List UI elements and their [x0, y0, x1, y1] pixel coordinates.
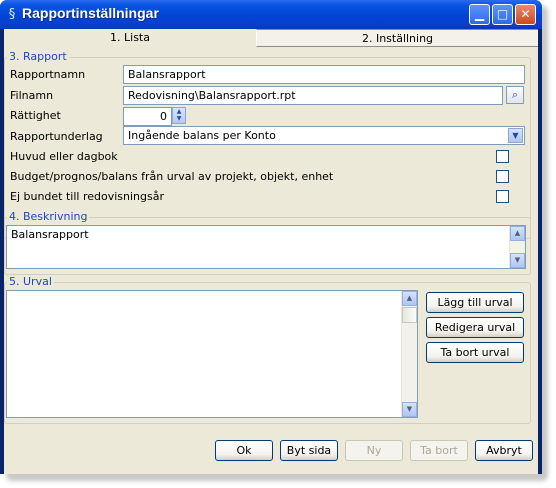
maximize-button[interactable]: □	[492, 4, 513, 25]
client-area: 1. Lista 2. Inställning 3. Rapport Rappo…	[4, 29, 538, 474]
ta-bort-button[interactable]: Ta bort	[410, 440, 468, 461]
minimize-icon: ▁	[474, 7, 485, 21]
avbryt-button[interactable]: Avbryt	[475, 440, 533, 461]
rapportnamn-label: Rapportnamn	[10, 68, 86, 81]
scroll-up-icon[interactable]: ▲	[402, 291, 417, 306]
rapport-legend: 3. Rapport	[7, 50, 69, 64]
beskrivning-textarea[interactable]: Balansrapport ▲ ▼	[6, 225, 526, 269]
spin-up-icon[interactable]: ▲	[173, 108, 185, 115]
rapportunderlag-value: Ingående balans per Konto	[128, 129, 276, 142]
ej-bundet-checkbox[interactable]	[496, 190, 509, 203]
spin-down-icon[interactable]: ▼	[173, 115, 185, 122]
minimize-button[interactable]: ▁	[469, 4, 490, 25]
window-title: Rapportinställningar	[22, 5, 159, 21]
close-icon: ✕	[520, 7, 531, 21]
huvud-dagbok-label: Huvud eller dagbok	[10, 150, 118, 163]
filnamn-label: Filnamn	[10, 89, 54, 102]
rattighet-label: Rättighet	[10, 109, 61, 122]
ej-bundet-label: Ej bundet till redovisningsår	[10, 190, 164, 203]
scroll-down-icon[interactable]: ▼	[402, 402, 417, 417]
beskrivning-legend: 4. Beskrivning	[7, 210, 90, 224]
budget-urval-label: Budget/prognos/balans från urval av proj…	[10, 170, 334, 183]
scroll-thumb[interactable]	[402, 307, 417, 323]
scroll-down-icon[interactable]: ▼	[510, 253, 525, 268]
tab-bar: 1. Lista 2. Inställning	[4, 29, 538, 48]
close-button[interactable]: ✕	[515, 4, 536, 25]
tab-installning[interactable]: 2. Inställning	[256, 29, 538, 47]
chevron-down-icon[interactable]: ▼	[508, 128, 523, 143]
title-bar[interactable]: § Rapportinställningar ▁ □ ✕	[0, 0, 542, 29]
redigera-urval-button[interactable]: Redigera urval	[426, 317, 524, 338]
scroll-up-icon[interactable]: ▲	[510, 226, 525, 241]
rapportunderlag-label: Rapportunderlag	[10, 130, 103, 143]
rapportunderlag-select[interactable]: Ingående balans per Konto ▼	[123, 126, 525, 145]
browse-file-button[interactable]: ⌕	[506, 86, 524, 104]
ta-bort-urval-button[interactable]: Ta bort urval	[426, 342, 524, 363]
window-bottom-edge	[4, 465, 538, 474]
rapportnamn-input[interactable]: Balansrapport	[123, 65, 525, 84]
beskrivning-scrollbar[interactable]: ▲ ▼	[509, 226, 525, 268]
maximize-icon: □	[496, 7, 509, 21]
app-icon: §	[8, 7, 16, 22]
urval-scrollbar[interactable]: ▲ ▼	[401, 291, 417, 417]
filnamn-input[interactable]: Redovisning\Balansrapport.rpt	[123, 86, 503, 105]
ny-button[interactable]: Ny	[345, 440, 403, 461]
dialog-window: § Rapportinställningar ▁ □ ✕ 1. Lista 2.…	[0, 0, 542, 474]
budget-urval-checkbox[interactable]	[496, 170, 509, 183]
magnifier-icon: ⌕	[511, 88, 519, 101]
tab-lista[interactable]: 1. Lista	[4, 29, 257, 47]
beskrivning-text: Balansrapport	[11, 228, 89, 241]
lagg-till-urval-button[interactable]: Lägg till urval	[426, 292, 524, 313]
urval-legend: 5. Urval	[7, 275, 54, 289]
huvud-dagbok-checkbox[interactable]	[496, 150, 509, 163]
urval-list[interactable]: ▲ ▼	[6, 290, 418, 418]
rattighet-input[interactable]: 0	[123, 107, 172, 126]
rattighet-spinner[interactable]: ▲ ▼	[172, 107, 186, 124]
ok-button[interactable]: Ok	[215, 440, 273, 461]
byt-sida-button[interactable]: Byt sida	[280, 440, 338, 461]
